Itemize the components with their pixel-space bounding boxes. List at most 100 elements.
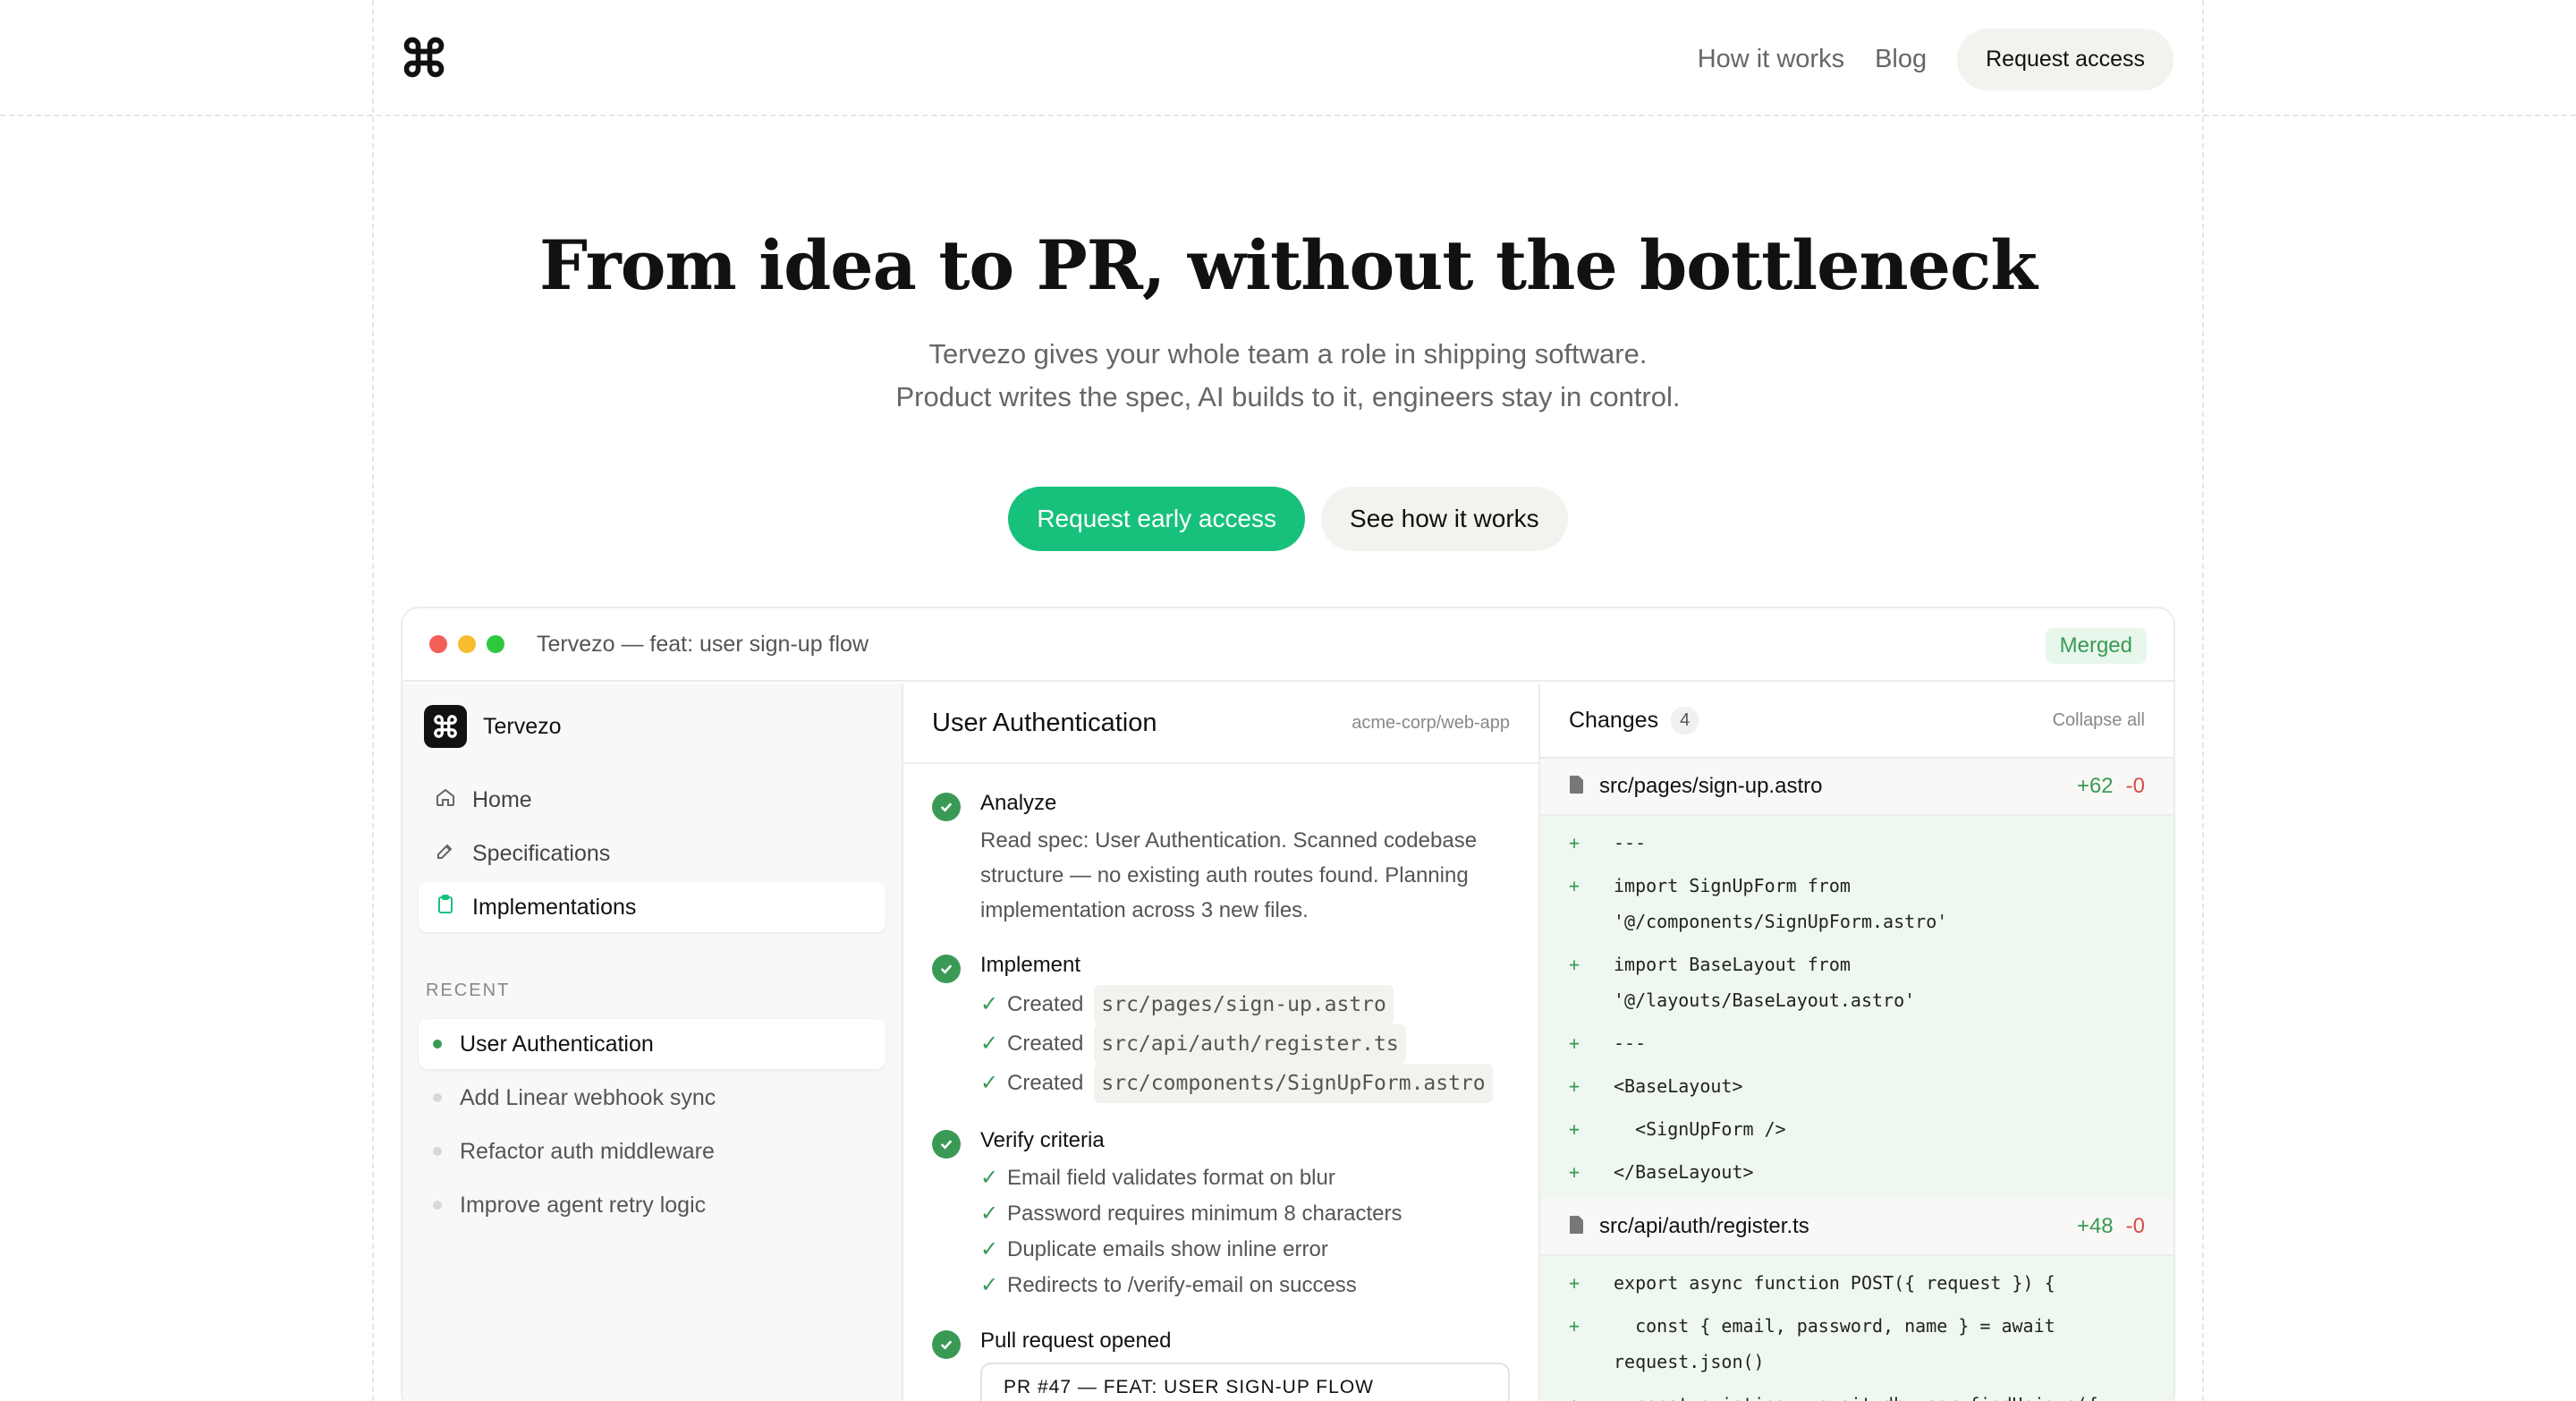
pull-request-card[interactable]: PR #47 — FEAT: USER SIGN-UP FLOW: [980, 1363, 1510, 1401]
diff-line: + ---: [1569, 832, 1647, 853]
file-path-chip[interactable]: src/api/auth/register.ts: [1094, 1024, 1406, 1064]
recent-item-label: Improve agent retry logic: [460, 1192, 707, 1218]
created-file-row: ✓ Created src/components/SignUpForm.astr…: [980, 1064, 1510, 1103]
step-title: Pull request opened: [980, 1329, 1172, 1353]
step-description-line: implementation across 3 new files.: [980, 898, 1309, 922]
sidebar-brand: Tervezo: [419, 705, 886, 748]
app-window-preview: Tervezo — feat: user sign-up flow Merged…: [401, 607, 2175, 1401]
created-label: Created: [1007, 1071, 1084, 1095]
status-dot-icon: [433, 1201, 442, 1210]
file-name: src/api/auth/register.ts: [1599, 1214, 1809, 1238]
diff-line: '@/components/SignUpForm.astro': [1614, 911, 1948, 932]
tervezo-small-logo-icon: [424, 705, 467, 748]
recent-item-linear-webhook[interactable]: Add Linear webhook sync: [419, 1073, 886, 1123]
app-sidebar: Tervezo Home Specifications Implementati…: [402, 684, 903, 1401]
checkmark-icon: ✓: [980, 1166, 999, 1190]
checkmark-icon: ✓: [980, 992, 999, 1016]
criteria-row: ✓ Redirects to /verify-email on success: [980, 1268, 1510, 1303]
window-titlebar: Tervezo — feat: user sign-up flow Merged: [402, 608, 2174, 682]
changes-count-badge: 4: [1671, 706, 1699, 734]
recent-item-label: Refactor auth middleware: [460, 1138, 715, 1164]
window-minimize-dot: [458, 635, 476, 653]
file-path-chip[interactable]: src/components/SignUpForm.astro: [1094, 1064, 1493, 1103]
criteria-row: ✓ Email field validates format on blur: [980, 1160, 1510, 1196]
created-file-row: ✓ Created src/pages/sign-up.astro: [980, 985, 1510, 1024]
clipboard-icon: [435, 894, 456, 921]
sidebar-nav: Home Specifications Implementations: [419, 775, 886, 932]
nav-how-it-works[interactable]: How it works: [1698, 45, 1844, 74]
criteria-row: ✓ Password requires minimum 8 characters: [980, 1196, 1510, 1232]
criteria-text: Duplicate emails show inline error: [1007, 1237, 1328, 1261]
tervezo-logo-icon[interactable]: [401, 34, 447, 81]
check-circle-icon: [932, 1130, 961, 1159]
file-icon: [1569, 775, 1585, 799]
file-header-sign-up[interactable]: src/pages/sign-up.astro +62 -0: [1540, 759, 2174, 816]
checkmark-icon: ✓: [980, 1071, 999, 1095]
recent-item-refactor-auth[interactable]: Refactor auth middleware: [419, 1126, 886, 1176]
hero-subtitle-line-2: Product writes the spec, AI builds to it…: [895, 381, 1681, 412]
created-label: Created: [1007, 992, 1084, 1016]
step-description: Read spec: User Authentication. Scanned …: [980, 823, 1510, 928]
check-circle-icon: [932, 1330, 961, 1359]
hero-subtitle: Tervezo gives your whole team a role in …: [0, 333, 2576, 419]
hero-subtitle-line-1: Tervezo gives your whole team a role in …: [928, 338, 1648, 369]
frame-guide-right: [2202, 0, 2204, 1401]
file-icon: [1569, 1215, 1585, 1239]
collapse-all-button[interactable]: Collapse all: [2053, 710, 2145, 731]
window-close-dot: [429, 635, 447, 653]
checkmark-icon: ✓: [980, 1032, 999, 1056]
diff-line: + export async function POST({ request })…: [1569, 1272, 2055, 1294]
step-verify: Verify criteria ✓ Email field validates …: [932, 1128, 1510, 1303]
implementation-title: User Authentication: [932, 708, 1157, 737]
changes-panel: Changes 4 Collapse all src/pages/sign-up…: [1540, 684, 2174, 1401]
sidebar-brand-name: Tervezo: [483, 713, 562, 739]
criteria-text: Email field validates format on blur: [1007, 1166, 1335, 1190]
step-description-line: structure — no existing auth routes foun…: [980, 863, 1469, 887]
recent-list: User Authentication Add Linear webhook s…: [419, 1019, 886, 1230]
diff-line: + const existing = await db.user.findUni…: [1540, 1387, 2174, 1401]
diff-block-sign-up: + --- + import SignUpForm from '@/componen…: [1540, 816, 2174, 1199]
see-how-it-works-button[interactable]: See how it works: [1321, 487, 1568, 551]
frame-guide-left: [372, 0, 374, 1401]
recent-item-agent-retry[interactable]: Improve agent retry logic: [419, 1180, 886, 1230]
request-early-access-button[interactable]: Request early access: [1008, 487, 1306, 551]
sidebar-item-specifications[interactable]: Specifications: [419, 828, 886, 879]
recent-item-label: User Authentication: [460, 1031, 654, 1057]
diff-line: + <SignUpForm />: [1569, 1118, 1786, 1140]
steps-list: Analyze Read spec: User Authentication. …: [903, 764, 1538, 1401]
window-title: Tervezo — feat: user sign-up flow: [537, 631, 869, 657]
hero-title: From idea to PR, without the bottleneck: [539, 225, 2038, 305]
diff-block-register: + export async function POST({ request })…: [1540, 1256, 2174, 1401]
request-access-button[interactable]: Request access: [1957, 29, 2174, 90]
criteria-text: Password requires minimum 8 characters: [1007, 1201, 1402, 1226]
repo-label[interactable]: acme-corp/web-app: [1352, 713, 1510, 734]
diff-line: + </BaseLayout>: [1569, 1161, 1754, 1183]
file-header-register[interactable]: src/api/auth/register.ts +48 -0: [1540, 1199, 2174, 1256]
deletions-count: -0: [2125, 1214, 2145, 1238]
diff-line: + <BaseLayout>: [1569, 1075, 1743, 1097]
diff-line: '@/layouts/BaseLayout.astro': [1614, 989, 1916, 1011]
criteria-row: ✓ Duplicate emails show inline error: [980, 1232, 1510, 1268]
recent-item-user-authentication[interactable]: User Authentication: [419, 1019, 886, 1069]
checkmark-icon: ✓: [980, 1201, 999, 1226]
status-dot-icon: [433, 1093, 442, 1102]
nav-blog[interactable]: Blog: [1875, 45, 1927, 74]
header-divider: [0, 115, 2576, 116]
window-zoom-dot: [487, 635, 504, 653]
check-circle-icon: [932, 955, 961, 983]
changes-title: Changes: [1569, 707, 1659, 733]
step-implement: Implement ✓ Created src/pages/sign-up.as…: [932, 953, 1510, 1103]
step-analyze: Analyze Read spec: User Authentication. …: [932, 791, 1510, 928]
created-label: Created: [1007, 1032, 1084, 1056]
diff-line: + const { email, password, name } = awai…: [1569, 1315, 2055, 1337]
deletions-count: -0: [2125, 774, 2145, 798]
recent-item-label: Add Linear webhook sync: [460, 1084, 716, 1110]
status-dot-icon: [433, 1147, 442, 1156]
file-path-chip[interactable]: src/pages/sign-up.astro: [1094, 985, 1394, 1024]
hero-cta-group: Request early access See how it works: [0, 487, 2576, 551]
file-name: src/pages/sign-up.astro: [1599, 774, 1823, 798]
sidebar-item-home[interactable]: Home: [419, 775, 886, 825]
step-description-line: Read spec: User Authentication. Scanned …: [980, 828, 1478, 853]
sidebar-item-implementations[interactable]: Implementations: [419, 882, 886, 932]
checkmark-icon: ✓: [980, 1273, 999, 1297]
